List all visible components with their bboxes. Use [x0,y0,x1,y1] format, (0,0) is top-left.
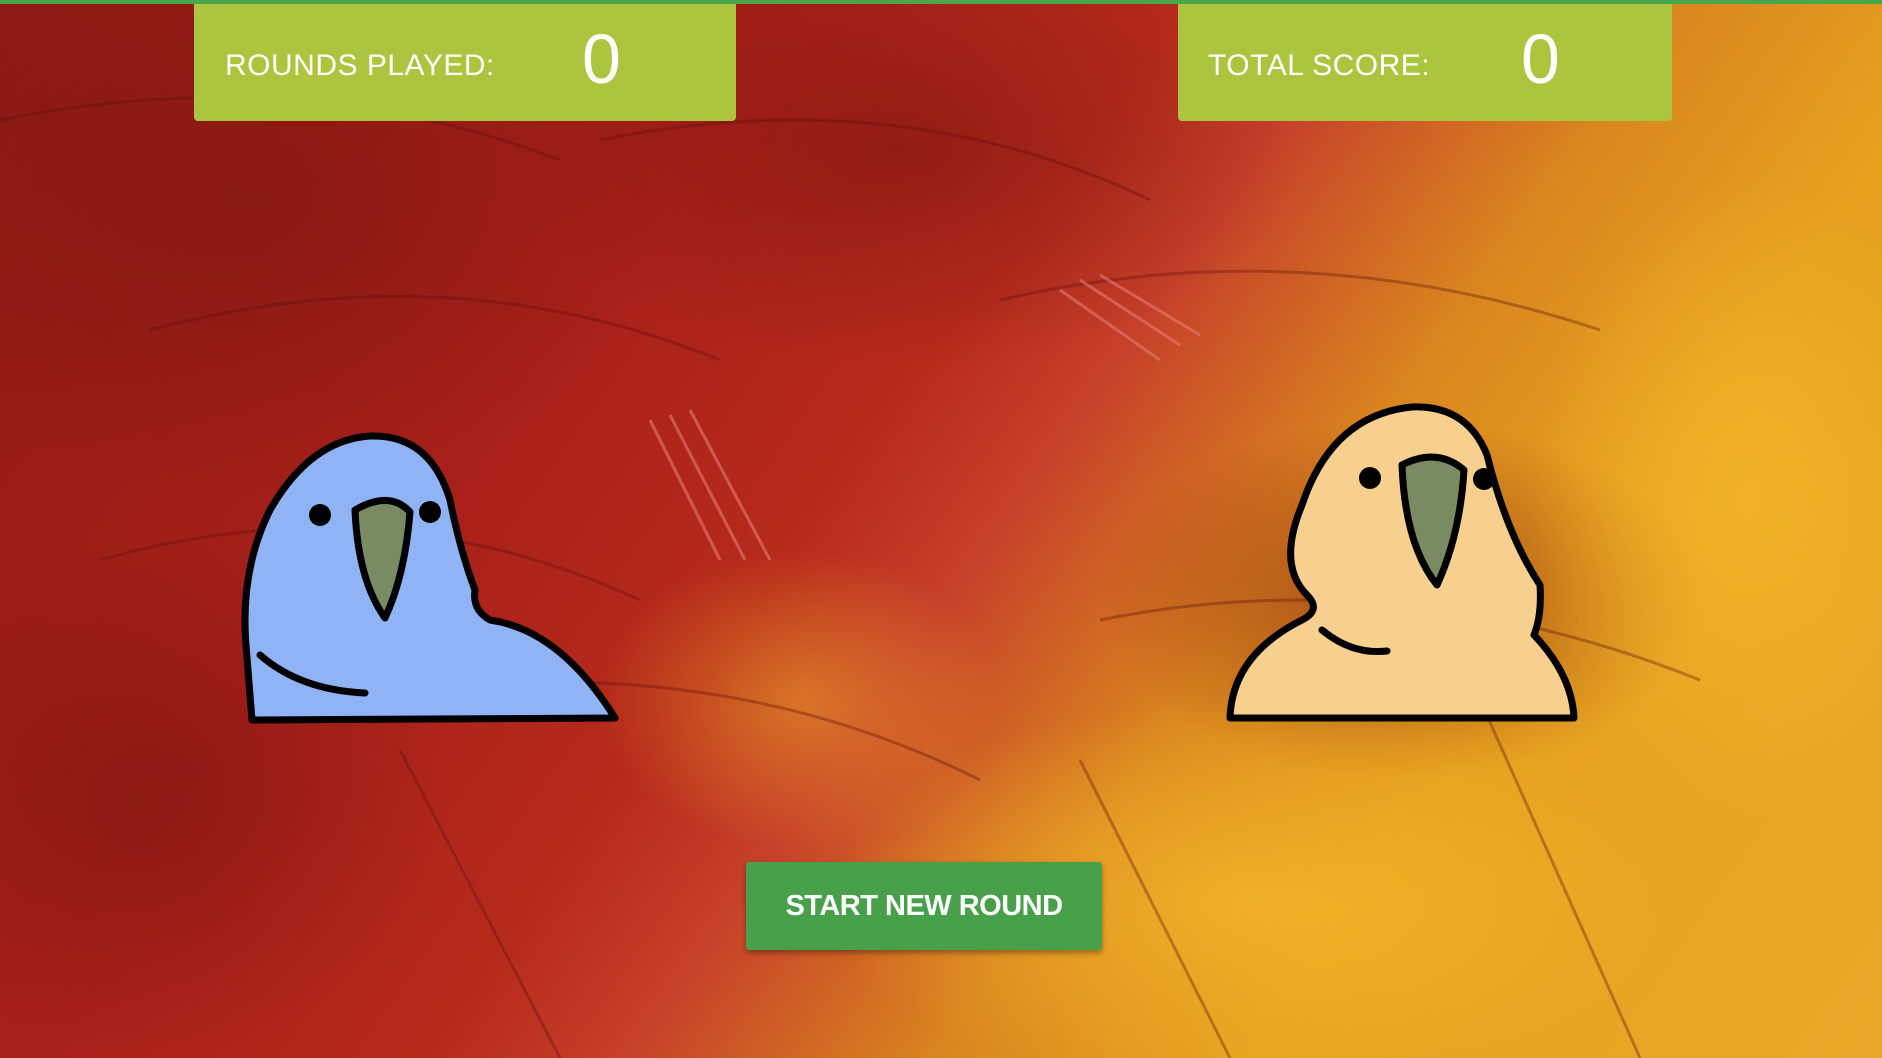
total-score-value: 0 [1521,20,1560,98]
orange-parrot[interactable] [1222,395,1582,725]
total-score-label: TOTAL SCORE: [1208,49,1431,82]
game-board: ROUNDS PLAYED: 0 TOTAL SCORE: 0 START NE… [0,0,1882,1058]
rounds-played-value: 0 [582,20,621,98]
start-new-round-button[interactable]: START NEW ROUND [746,862,1102,950]
total-score-panel: TOTAL SCORE: 0 [1178,4,1672,121]
blue-parrot[interactable] [240,430,640,725]
rounds-played-panel: ROUNDS PLAYED: 0 [194,4,736,121]
rounds-played-label: ROUNDS PLAYED: [225,49,495,82]
orange-parrot-body [1226,403,1578,722]
